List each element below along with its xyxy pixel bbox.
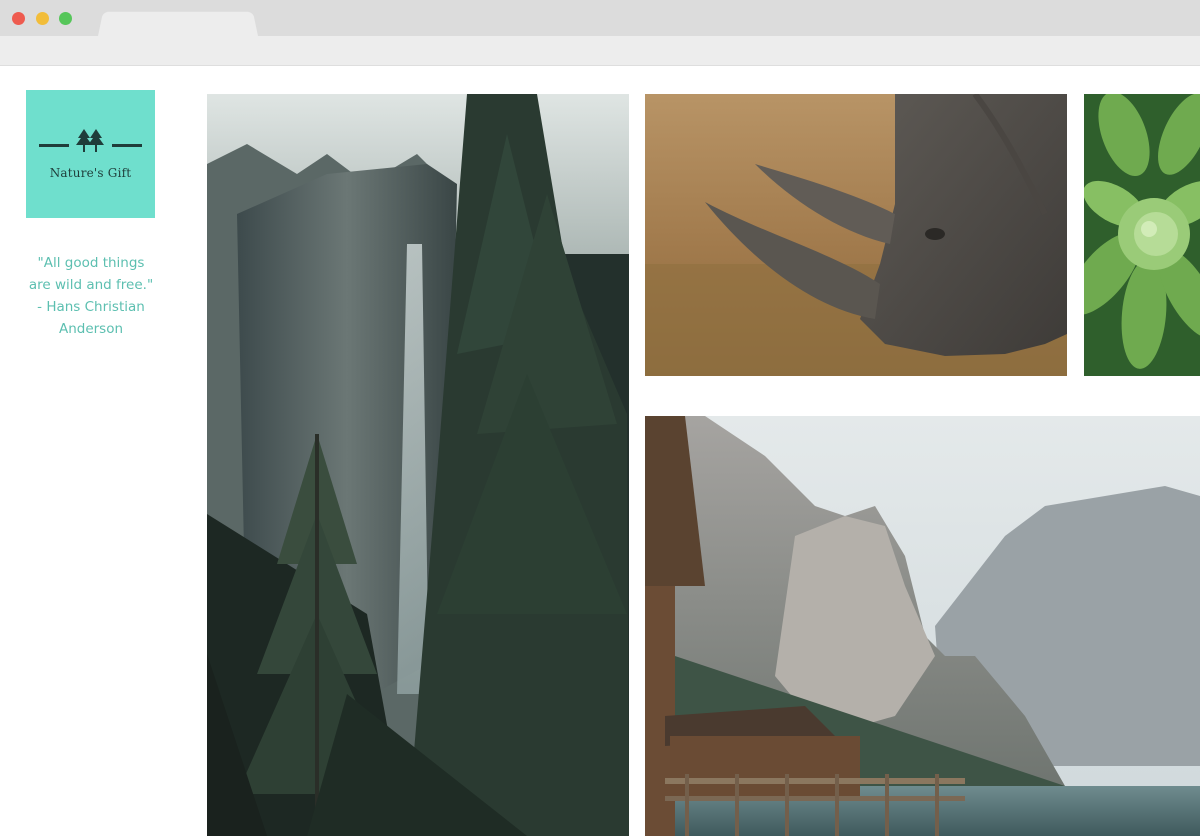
quote: "All good things are wild and free." - H…: [12, 252, 170, 340]
rhino-photo[interactable]: [645, 94, 1067, 376]
quote-line: "All good things: [37, 255, 145, 271]
browser-chrome: [0, 0, 1200, 66]
close-window-button[interactable]: [12, 12, 25, 25]
brand-logo[interactable]: Nature's Gift: [26, 90, 155, 218]
browser-tab[interactable]: [98, 11, 258, 36]
quote-author: Anderson: [58, 321, 124, 337]
quote-line: are wild and free.": [28, 277, 154, 293]
forest-waterfall-photo[interactable]: [207, 94, 629, 836]
minimize-window-button[interactable]: [36, 12, 49, 25]
mountain-lake-photo[interactable]: [645, 416, 1200, 836]
quote-author: - Hans Christian: [37, 299, 145, 315]
logo-divider-right: [112, 144, 142, 147]
page-content: Nature's Gift "All good things are wild …: [0, 66, 1200, 836]
succulent-photo[interactable]: [1084, 94, 1200, 376]
brand-name: Nature's Gift: [49, 166, 132, 180]
logo-divider-left: [39, 144, 69, 147]
trees-icon: [76, 129, 104, 152]
maximize-window-button[interactable]: [59, 12, 72, 25]
browser-toolbar: [0, 36, 1200, 66]
